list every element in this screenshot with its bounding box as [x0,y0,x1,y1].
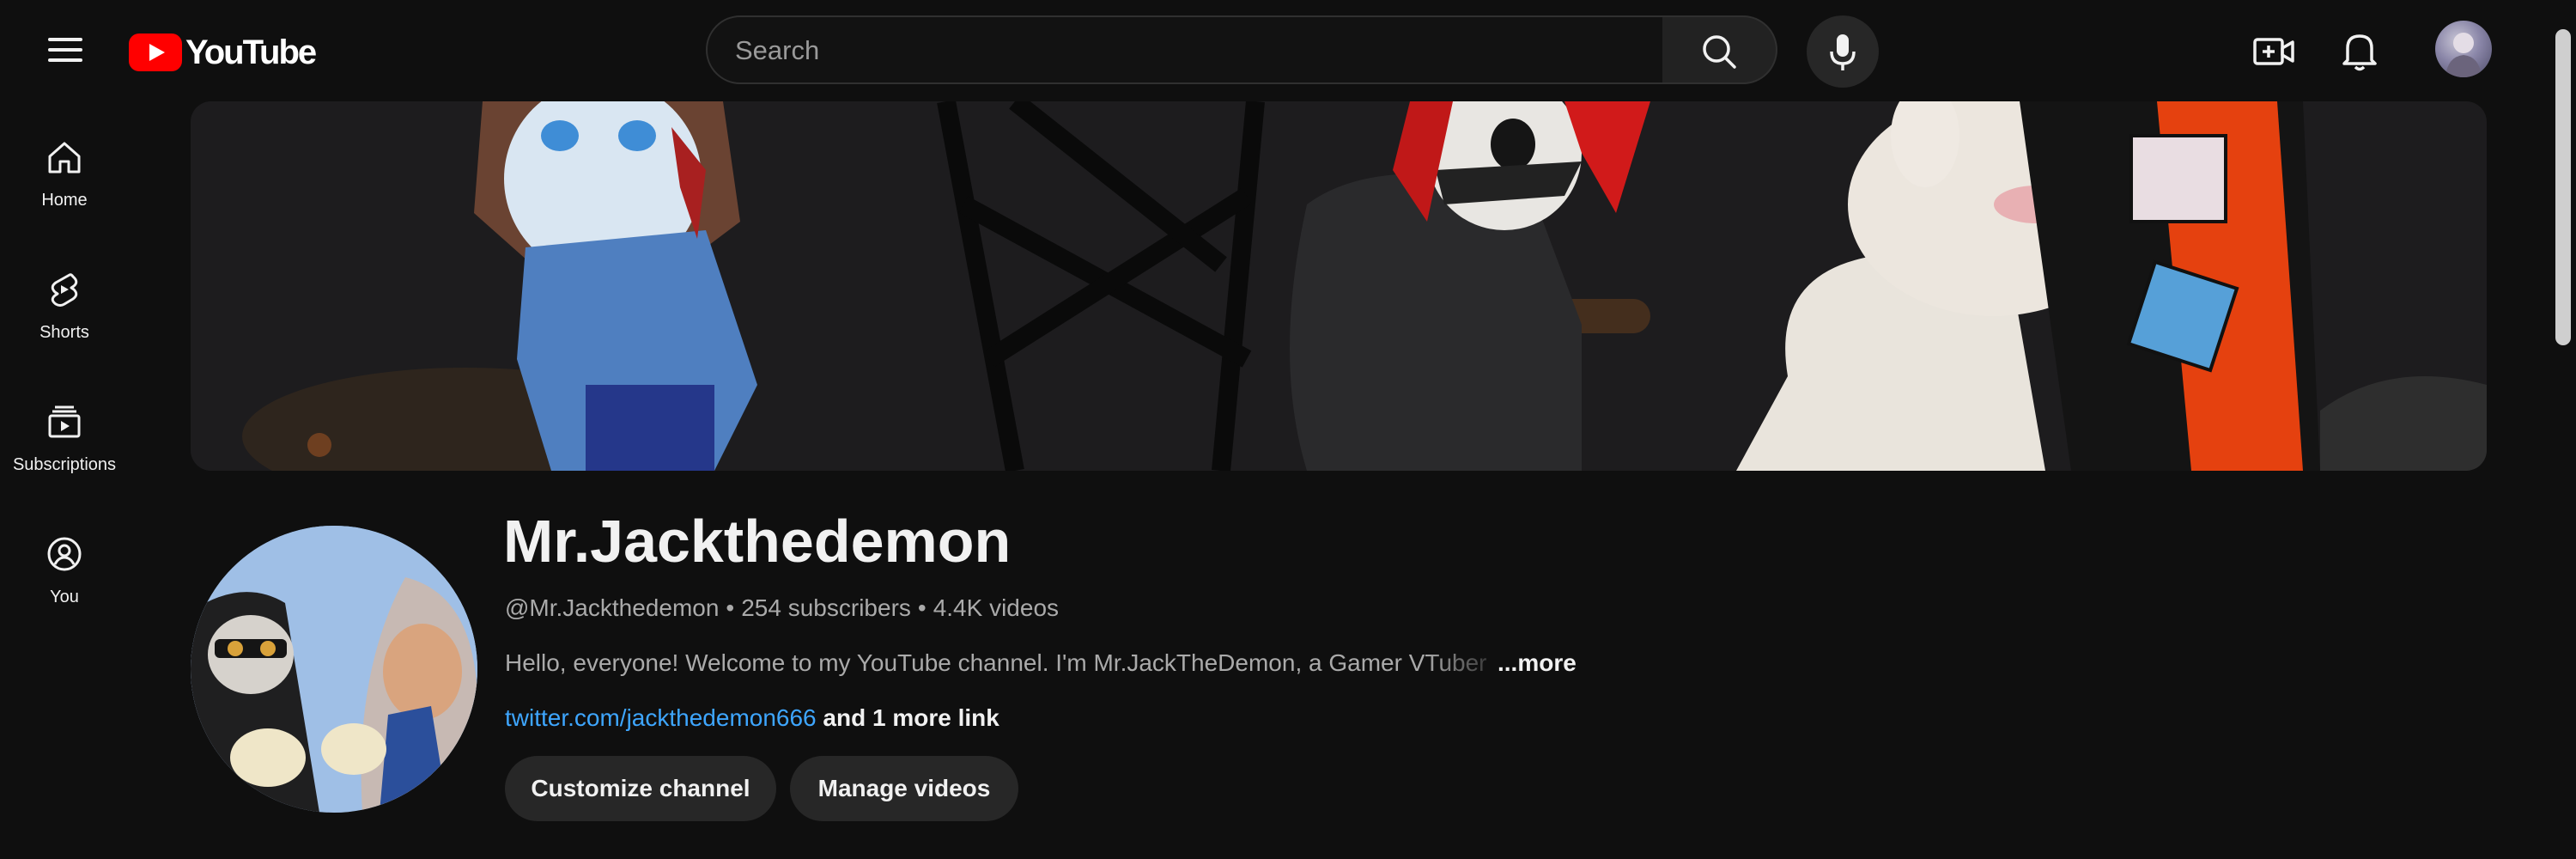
notifications-button[interactable] [2336,26,2384,74]
scrollbar-thumb[interactable] [2555,29,2571,345]
sidebar-item-subscriptions[interactable]: Subscriptions [0,395,129,515]
search-icon [1703,35,1736,69]
sidebar-item-label: Home [41,191,88,210]
manage-videos-button[interactable]: Manage videos [790,756,1018,821]
more-links-button[interactable]: and 1 more link [823,704,999,731]
subscriptions-icon [48,405,81,438]
channel-banner [191,101,2487,471]
separator: • [726,594,735,621]
description-more-link[interactable]: ...more [1498,649,1577,677]
banner-artwork [191,101,2487,471]
youtube-logo[interactable]: YouTube [129,29,317,76]
subscriber-count: 254 subscribers [741,594,911,621]
youtube-play-icon [129,34,182,71]
search-box [706,15,1664,84]
logo-text: YouTube [185,33,317,71]
menu-button[interactable] [39,24,91,76]
sidebar-item-shorts[interactable]: Shorts [0,263,129,383]
sidebar-item-label: You [50,588,79,606]
twitter-link[interactable]: twitter.com/jackthedemon666 [505,704,817,731]
voice-search-button[interactable] [1807,15,1879,88]
microphone-icon [1830,34,1856,70]
shorts-icon [51,273,78,307]
sidebar-item-label: Subscriptions [12,455,117,474]
sidebar-item-label: Shorts [39,323,89,342]
sidebar-item-you[interactable]: You [0,527,129,648]
hamburger-line [48,58,82,62]
you-icon [47,537,82,571]
channel-links: twitter.com/jackthedemon666 and 1 more l… [505,704,999,732]
search-input[interactable] [733,29,1638,72]
separator: • [917,594,927,621]
hamburger-menu-icon [48,38,82,41]
account-avatar[interactable] [2435,21,2492,77]
avatar-image [2445,33,2482,77]
customize-channel-button[interactable]: Customize channel [505,756,776,821]
channel-avatar-image [191,526,477,813]
channel-name: Mr.Jackthedemon [503,508,1012,575]
channel-handle: @Mr.Jackthedemon [505,594,720,621]
channel-description[interactable]: Hello, everyone! Welcome to my YouTube c… [505,649,1578,677]
video-count: 4.4K videos [933,594,1060,621]
sidebar-item-home[interactable]: Home [0,131,129,251]
create-button[interactable] [2250,27,2298,76]
hamburger-line [48,48,82,52]
search-button[interactable] [1662,15,1777,84]
channel-meta: @Mr.Jackthedemon • 254 subscribers • 4.4K vi… [505,594,1059,622]
channel-avatar[interactable] [191,526,477,813]
home-icon [48,142,81,174]
bell-icon [2342,34,2377,71]
video-create-icon [2253,38,2294,65]
